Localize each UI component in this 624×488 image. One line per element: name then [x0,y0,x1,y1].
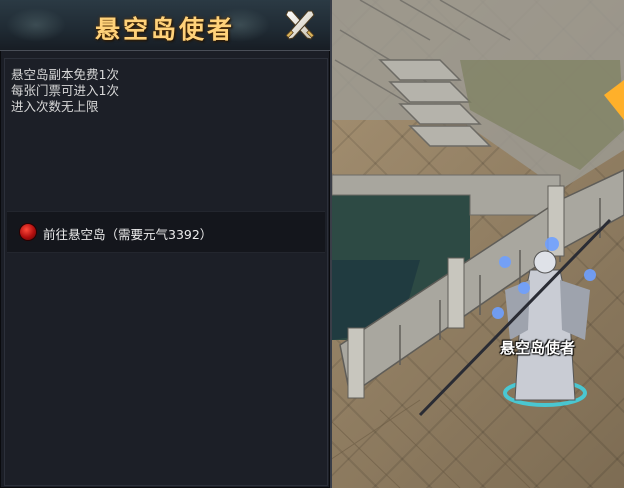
dialog-title-bar: 悬空岛使者 [0,0,330,51]
close-button[interactable] [283,8,317,42]
info-line-free-entry: 悬空岛副本免费1次 [11,67,119,82]
npc-dialog-panel: 悬空岛使者 悬空岛副本免费1次 每张门票可进入1次 进入次数无上限 前往悬空岛（… [0,0,332,488]
dialog-title: 悬空岛使者 [94,15,235,44]
close-x-icon[interactable] [283,8,317,42]
npc-name-label[interactable]: 悬空岛使者 [500,337,575,358]
info-line-ticket-entry: 每张门票可进入1次 [11,83,119,98]
dialog-content: 悬空岛副本免费1次 每张门票可进入1次 进入次数无上限 前往悬空岛（需要元气33… [4,58,328,486]
red-orb-icon [20,224,36,240]
goto-floating-island-option[interactable]: 前往悬空岛（需要元气3392） [7,211,325,253]
option-label[interactable]: 前往悬空岛（需要元气3392） [43,224,212,243]
info-line-unlimited: 进入次数无上限 [11,99,99,114]
